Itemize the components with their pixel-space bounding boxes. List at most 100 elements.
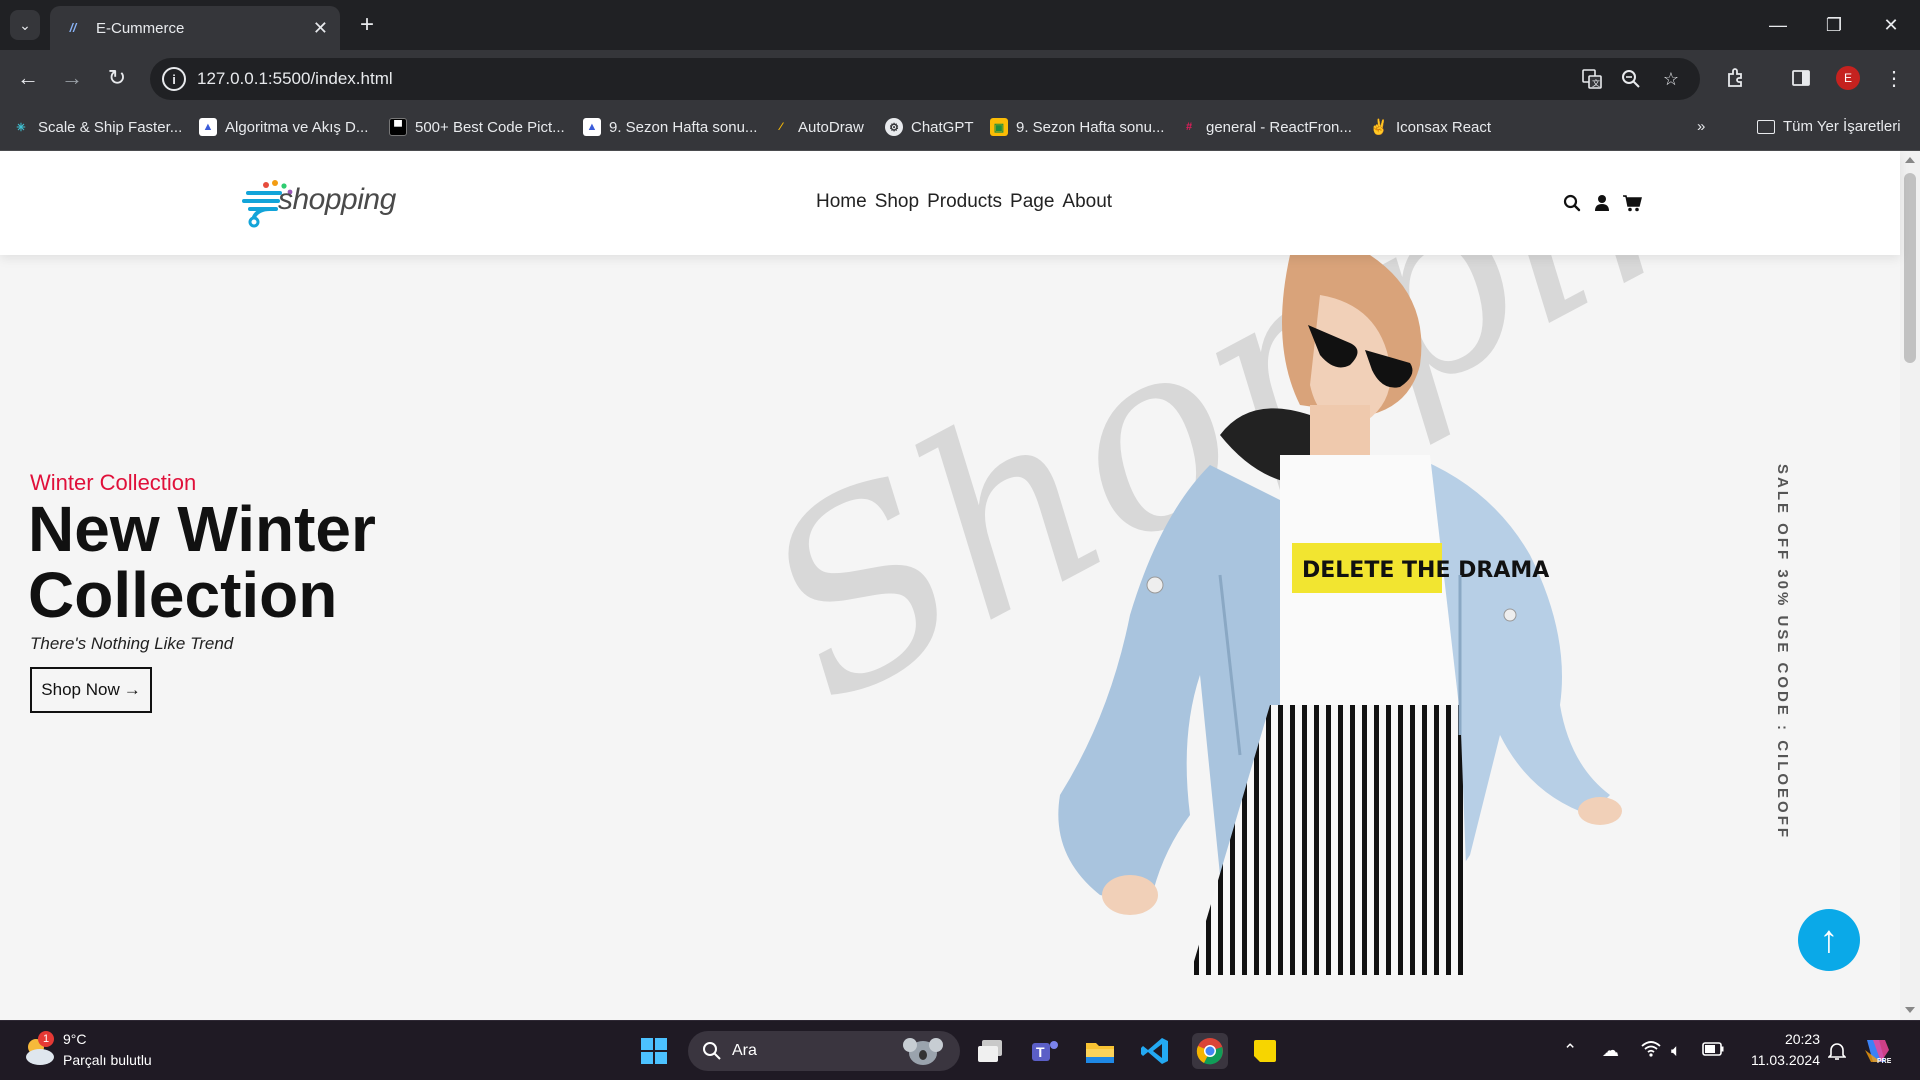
- shirt-print-text: DELETE THE DRAMA: [1302, 558, 1549, 583]
- bookmark-favicon-icon: ✳: [16, 121, 26, 134]
- hero-tagline: There's Nothing Like Trend: [30, 634, 234, 653]
- volume-icon[interactable]: 🔈︎: [1671, 1041, 1681, 1061]
- bookmark-item[interactable]: ▲ 9. Sezon Hafta sonu...: [583, 118, 757, 136]
- search-icon: [703, 1042, 721, 1060]
- bookmarks-overflow-icon[interactable]: »: [1697, 118, 1705, 135]
- bookmark-item[interactable]: ▲ Algoritma ve Akış D...: [199, 118, 368, 136]
- shop-now-label: Shop Now: [41, 680, 120, 699]
- new-tab-button[interactable]: +: [352, 10, 382, 40]
- show-hidden-icons-chevron-icon[interactable]: ⌃: [1563, 1041, 1577, 1061]
- weather-badge: 1: [38, 1031, 54, 1047]
- bookmark-favicon-icon: ▣: [990, 118, 1008, 136]
- tab-close-icon[interactable]: ✕: [313, 18, 328, 39]
- weather-widget[interactable]: 1: [22, 1031, 58, 1069]
- victory-hand-icon: ✌: [1369, 119, 1389, 136]
- onedrive-cloud-icon[interactable]: ☁: [1602, 1041, 1619, 1061]
- bookmark-item[interactable]: # general - ReactFron...: [1180, 118, 1352, 136]
- nav-home[interactable]: Home: [816, 191, 867, 213]
- browser-tab[interactable]: // E-Cummerce ✕: [50, 6, 340, 50]
- bookmarks-bar: ✳ Scale & Ship Faster... ▲ Algoritma ve …: [0, 107, 1920, 151]
- bookmark-favicon-icon: ▲: [199, 118, 217, 136]
- nav-about[interactable]: About: [1062, 191, 1112, 213]
- cart-icon[interactable]: [1620, 191, 1644, 215]
- teams-icon[interactable]: T: [1027, 1033, 1063, 1069]
- task-view-icon[interactable]: [972, 1033, 1008, 1069]
- shop-now-button[interactable]: Shop Now →: [30, 667, 152, 713]
- bookmark-item[interactable]: ⁄ AutoDraw: [772, 118, 864, 136]
- slack-icon: #: [1185, 121, 1193, 133]
- svg-text:PRE: PRE: [1877, 1058, 1891, 1065]
- tab-favicon-icon: //: [69, 21, 77, 35]
- sticky-notes-icon[interactable]: [1247, 1033, 1283, 1069]
- bookmark-item[interactable]: ✌ Iconsax React: [1369, 118, 1491, 137]
- hero-title: New Winter Collection: [28, 493, 376, 631]
- zoom-icon[interactable]: [1618, 66, 1644, 92]
- forward-button[interactable]: →: [56, 62, 88, 94]
- nav-page[interactable]: Page: [1010, 191, 1054, 213]
- bookmark-item[interactable]: ▣ 9. Sezon Hafta sonu...: [990, 118, 1164, 136]
- extensions-icon[interactable]: [1721, 63, 1751, 93]
- browser-toolbar: ← → ↻ i 127.0.0.1:5500/index.html 文 ☆ E …: [0, 50, 1920, 107]
- scrollbar-thumb[interactable]: [1904, 173, 1916, 363]
- taskbar-search[interactable]: Ara: [688, 1031, 960, 1071]
- svg-text:T: T: [1036, 1044, 1045, 1060]
- copilot-icon[interactable]: PRE: [1860, 1035, 1892, 1067]
- file-explorer-icon[interactable]: [1082, 1033, 1118, 1069]
- tab-search-chevron-icon[interactable]: ⌄: [10, 10, 40, 40]
- bookmark-favicon-icon: ▀: [389, 118, 407, 136]
- logo-text: shopping: [278, 183, 396, 216]
- url-text[interactable]: 127.0.0.1:5500/index.html: [197, 69, 393, 89]
- nav-shop[interactable]: Shop: [875, 191, 919, 213]
- bookmark-item[interactable]: ✳ Scale & Ship Faster...: [12, 118, 182, 136]
- clock-time[interactable]: 20:23: [1776, 1031, 1820, 1047]
- web-page: shopping Home Shop Products Page About S…: [0, 151, 1920, 1020]
- restore-button[interactable]: ❐: [1814, 8, 1854, 42]
- bookmark-favicon-icon: ▲: [583, 118, 601, 136]
- hero-model-image: DELETE THE DRAMA: [1058, 255, 1622, 975]
- translate-icon[interactable]: 文: [1579, 66, 1605, 92]
- folder-icon: [1757, 119, 1775, 134]
- tab-title: E-Cummerce: [96, 19, 185, 37]
- minimize-button[interactable]: —: [1758, 8, 1798, 42]
- site-header: shopping Home Shop Products Page About: [0, 151, 1900, 255]
- notification-bell-icon[interactable]: [1827, 1041, 1847, 1066]
- bookmark-star-icon[interactable]: ☆: [1658, 66, 1684, 92]
- user-icon[interactable]: [1590, 191, 1614, 215]
- menu-kebab-icon[interactable]: ⋮: [1879, 63, 1909, 93]
- wifi-icon[interactable]: [1641, 1041, 1661, 1062]
- svg-text:文: 文: [1592, 78, 1600, 88]
- search-highlight-koala-icon: [903, 1038, 943, 1065]
- clock-date[interactable]: 11.03.2024: [1744, 1052, 1820, 1068]
- windows-taskbar: 1 9°C Parçalı bulutlu Ara T ⌃ ☁ 🔈︎ 20:23…: [0, 1020, 1920, 1080]
- all-bookmarks-folder[interactable]: Tüm Yer İşaretleri: [1757, 118, 1901, 135]
- close-window-button[interactable]: ✕: [1871, 8, 1911, 42]
- side-panel-icon[interactable]: [1786, 63, 1816, 93]
- bookmark-item[interactable]: ⚙ ChatGPT: [885, 118, 974, 136]
- nav-products[interactable]: Products: [927, 191, 1002, 213]
- windows-start-icon[interactable]: [636, 1033, 672, 1069]
- address-bar[interactable]: i 127.0.0.1:5500/index.html 文 ☆: [150, 58, 1700, 100]
- bookmark-item[interactable]: ▀ 500+ Best Code Pict...: [389, 118, 565, 136]
- site-logo[interactable]: shopping: [240, 169, 396, 233]
- chatgpt-icon: ⚙: [885, 118, 903, 136]
- browser-tab-bar: ⌄ // E-Cummerce ✕ + — ❐ ✕: [0, 0, 1920, 50]
- site-nav: Home Shop Products Page About: [816, 191, 1112, 213]
- battery-icon[interactable]: [1702, 1041, 1724, 1061]
- vscode-icon[interactable]: [1137, 1033, 1173, 1069]
- profile-avatar[interactable]: E: [1836, 66, 1860, 90]
- weather-temperature: 9°C: [63, 1031, 87, 1047]
- arrow-right-icon: →: [123, 680, 141, 699]
- scroll-down-arrow-icon[interactable]: [1905, 1007, 1915, 1013]
- reload-button[interactable]: ↻: [101, 62, 133, 94]
- page-scrollbar[interactable]: [1900, 151, 1920, 1020]
- chrome-icon[interactable]: [1192, 1033, 1228, 1069]
- sale-promo-vertical: SALE OFF 30% USE CODE : CILOEOFF: [1774, 464, 1791, 841]
- site-info-icon[interactable]: i: [162, 67, 186, 91]
- weather-description: Parçalı bulutlu: [63, 1052, 152, 1068]
- scroll-up-arrow-icon[interactable]: [1905, 157, 1915, 163]
- back-to-top-button[interactable]: ↑: [1798, 909, 1860, 971]
- bookmark-favicon-icon: ⁄: [780, 121, 782, 133]
- search-icon[interactable]: [1560, 191, 1584, 215]
- back-button[interactable]: ←: [12, 62, 44, 94]
- search-placeholder: Ara: [732, 1042, 757, 1059]
